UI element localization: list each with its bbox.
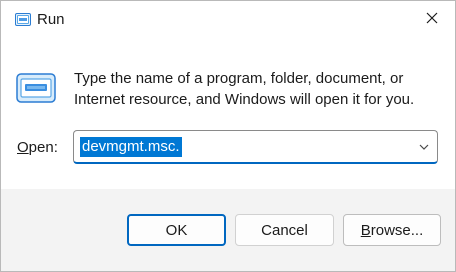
open-label-text: pen: [28, 139, 58, 156]
close-icon [426, 11, 438, 29]
run-program-icon [16, 73, 56, 103]
browse-button[interactable]: Browse... [343, 214, 441, 246]
open-combobox[interactable]: devmgmt.msc. [73, 130, 438, 164]
ok-button[interactable]: OK [127, 214, 226, 246]
title-bar[interactable]: Run [1, 1, 455, 39]
run-dialog: Run Type the name of a program, folder, … [0, 0, 456, 272]
browse-button-label: rowse... [370, 221, 424, 239]
chevron-down-icon[interactable] [417, 140, 431, 154]
run-icon [15, 12, 31, 27]
ok-button-label: OK [165, 221, 188, 239]
open-input-value[interactable]: devmgmt.msc. [80, 137, 182, 157]
cancel-button-label: Cancel [261, 221, 308, 239]
window-title: Run [37, 11, 65, 28]
dialog-content: Type the name of a program, folder, docu… [1, 39, 455, 189]
open-label-accelerator: O [17, 139, 29, 156]
dialog-message: Type the name of a program, folder, docu… [74, 70, 415, 108]
browse-button-accelerator: B [360, 221, 371, 239]
cancel-button[interactable]: Cancel [235, 214, 334, 246]
open-label: Open: [17, 139, 58, 156]
button-bar: OK Cancel Browse... [1, 189, 455, 271]
close-button[interactable] [409, 1, 455, 39]
